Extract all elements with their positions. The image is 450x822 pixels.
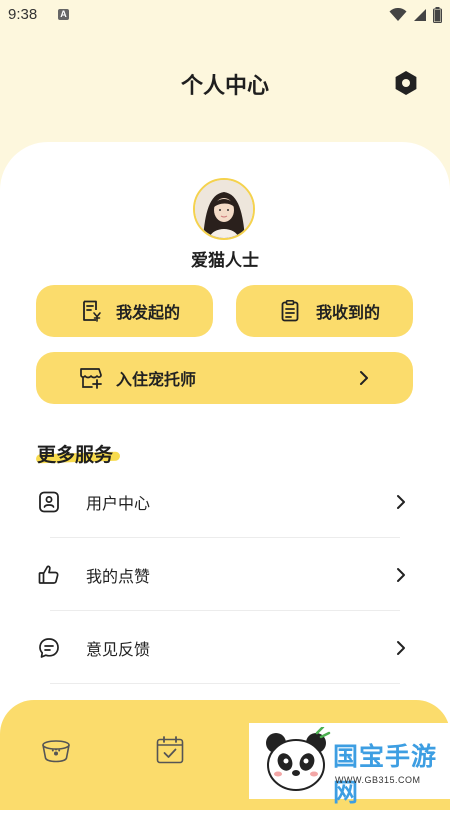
list-item-label: 意见反馈 xyxy=(86,640,151,659)
page-title: 个人中心 xyxy=(180,74,269,99)
list-item-label: 我的点赞 xyxy=(86,567,151,586)
divider xyxy=(50,537,400,538)
section-title: 更多服务 xyxy=(37,444,114,466)
battery-icon xyxy=(433,7,442,23)
panda-logo-icon xyxy=(266,727,331,791)
status-icons xyxy=(389,7,442,23)
shop-plus-icon xyxy=(78,366,104,390)
initiated-button[interactable]: 我发起的 xyxy=(36,285,213,337)
received-label: 我收到的 xyxy=(316,303,381,322)
settings-button[interactable] xyxy=(391,68,421,98)
calendar-check-icon[interactable] xyxy=(154,734,186,766)
list-item-feedback[interactable]: 意见反馈 xyxy=(0,612,450,684)
notification-icon: A xyxy=(58,9,69,20)
divider xyxy=(50,683,400,684)
thumbs-up-icon xyxy=(38,565,59,584)
status-bar: 9:38 A xyxy=(0,0,450,30)
list-item-label: 用户中心 xyxy=(86,494,151,513)
chevron-right-icon xyxy=(397,495,405,509)
watermark-url: WWW.GB315.COM xyxy=(335,775,421,785)
watermark-brand: 国宝手游网 xyxy=(333,742,438,807)
received-button[interactable]: 我收到的 xyxy=(236,285,413,337)
receipt-yen-icon xyxy=(79,299,103,323)
divider xyxy=(50,610,400,611)
username: 爱猫人士 xyxy=(191,251,259,271)
initiated-label: 我发起的 xyxy=(116,303,181,322)
chevron-right-icon xyxy=(397,568,405,582)
chevron-right-icon xyxy=(397,641,405,655)
list-item-my-likes[interactable]: 我的点赞 xyxy=(0,539,450,611)
user-card-icon xyxy=(39,491,59,513)
feedback-icon xyxy=(39,638,59,658)
signal-icon xyxy=(414,9,426,21)
watermark: 国宝手游网 WWW.GB315.COM xyxy=(249,723,450,807)
register-sitter-button[interactable]: 入住宠托师 xyxy=(36,352,413,404)
register-sitter-label: 入住宠托师 xyxy=(116,370,197,389)
avatar[interactable] xyxy=(193,178,255,240)
clipboard-icon xyxy=(278,299,302,323)
wifi-icon xyxy=(389,8,407,21)
avatar-image xyxy=(195,180,253,238)
hexagon-settings-icon xyxy=(395,71,417,95)
status-time: 9:38 xyxy=(8,6,38,23)
chevron-right-icon xyxy=(360,371,368,385)
pet-bowl-icon[interactable] xyxy=(40,734,72,766)
list-item-user-center[interactable]: 用户中心 xyxy=(0,466,450,538)
